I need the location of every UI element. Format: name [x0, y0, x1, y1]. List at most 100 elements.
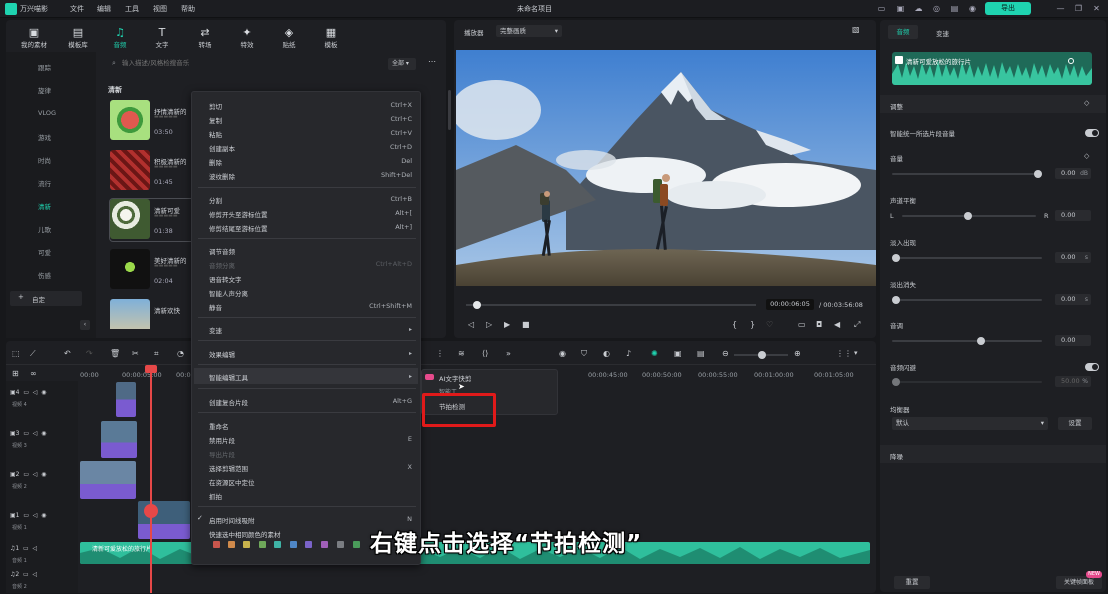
audio-stretch-icon[interactable]: ≋ [458, 349, 465, 358]
menu-item-snapshot[interactable]: 抓拍 [209, 491, 222, 501]
menu-item-duplicate[interactable]: 创建副本 [209, 143, 235, 153]
category-item[interactable]: 旋律 [38, 85, 51, 95]
select-tool-icon[interactable]: ⬚ [12, 349, 20, 358]
subtitle-icon[interactable]: ▤ [697, 349, 705, 358]
equalizer-preset-dropdown[interactable]: 默认 ▾ [892, 417, 1048, 430]
undo-icon[interactable]: ↶ [64, 349, 71, 358]
split-icon[interactable]: ⟨⟩ [482, 349, 488, 358]
volume-icon[interactable]: ◀ [834, 320, 840, 329]
layout-icon[interactable]: ⋮⋮ [836, 349, 852, 358]
fullscreen-icon[interactable]: ⤢ [854, 320, 860, 330]
progress-knob[interactable] [473, 301, 481, 309]
razor-tool-icon[interactable]: ⟋ [30, 349, 36, 359]
submenu-item-ai-text-cut[interactable]: AI文字快剪 [439, 373, 471, 383]
microphone-icon[interactable]: ♪ [626, 349, 631, 358]
color-swatch[interactable] [290, 541, 297, 548]
category-item-custom[interactable]: + 自定 [10, 291, 82, 306]
more-options-icon[interactable]: ⋯ [428, 57, 436, 66]
tab-audio[interactable]: 音频 [888, 25, 918, 39]
playhead[interactable] [150, 365, 152, 593]
zoom-knob[interactable] [758, 351, 766, 359]
category-item[interactable]: VLOG [38, 109, 56, 117]
mark-in-icon[interactable]: { [732, 320, 737, 329]
section-denoise-header[interactable] [880, 445, 1106, 463]
shield-icon[interactable]: ⛉ [581, 349, 587, 359]
menu-item-paste[interactable]: 粘贴 [209, 129, 222, 139]
fade-out-slider-knob[interactable] [892, 296, 900, 304]
category-item[interactable]: 跟踪 [38, 62, 51, 72]
menu-item-trim-start[interactable]: 修剪开头至游标位置 [209, 209, 268, 219]
category-item[interactable]: 伤感 [38, 270, 51, 280]
volume-slider[interactable] [892, 170, 1042, 178]
video-clip[interactable] [101, 421, 137, 458]
playhead-marker[interactable] [144, 504, 158, 518]
minimize-icon[interactable]: — [1055, 3, 1066, 14]
zoom-in-icon[interactable]: ⊕ [794, 349, 801, 358]
playhead-handle[interactable] [145, 365, 157, 373]
menu-item-delete[interactable]: 删除 [209, 157, 222, 167]
toolbar-template-library[interactable]: ▤ 模板库 [58, 26, 98, 49]
auto-normalize-toggle[interactable] [1085, 129, 1099, 137]
menu-item-cut[interactable]: 剪切 [209, 101, 222, 111]
volume-value-field[interactable]: 0.00 dB [1055, 168, 1091, 179]
menu-file[interactable]: 文件 [70, 4, 84, 14]
menu-item-locate-in-media[interactable]: 在资源区中定位 [209, 477, 255, 487]
maximize-icon[interactable]: ❐ [1073, 3, 1084, 14]
fade-out-slider[interactable] [892, 296, 1042, 304]
balance-slider[interactable] [902, 212, 1036, 220]
menu-item-disable-clip[interactable]: 禁用片段 [209, 435, 235, 445]
color-swatch[interactable] [337, 541, 344, 548]
menu-item-trim-end[interactable]: 修剪结尾至游标位置 [209, 223, 268, 233]
pitch-slider[interactable] [892, 337, 1042, 345]
video-clip[interactable] [116, 382, 136, 417]
menu-item-select-same-color[interactable]: 快速选中相同颜色的素材 [209, 529, 281, 539]
monitor-icon[interactable]: ▭ [876, 3, 887, 14]
video-preview[interactable] [456, 50, 876, 286]
export-button[interactable]: 导出 [985, 2, 1031, 15]
menu-item-smart-edit-tools[interactable]: 智能编辑工具 [209, 372, 248, 382]
color-swatch[interactable] [259, 541, 266, 548]
fast-forward-icon[interactable]: » [506, 349, 511, 358]
speed-icon[interactable]: ◔ [177, 349, 184, 358]
menu-item-select-range[interactable]: 选择剪辑范围 [209, 463, 248, 473]
category-item[interactable]: 时尚 [38, 155, 51, 165]
menu-item-vocal-separation[interactable]: 智能人声分离 [209, 288, 248, 298]
music-track-item-selected[interactable]: 清新可爱 ▬▬▬▬▬ 01:38 [109, 198, 195, 242]
toolbar-transition[interactable]: ⇄ 转场 [185, 26, 225, 49]
tab-speed[interactable]: 变速 [936, 28, 949, 38]
toolbar-stickers[interactable]: ◈ 贴纸 [269, 26, 309, 49]
color-swatch[interactable] [213, 541, 220, 548]
zoom-out-icon[interactable]: ⊖ [722, 349, 729, 358]
fade-in-slider-knob[interactable] [892, 254, 900, 262]
redo-icon[interactable]: ↷ [86, 349, 93, 358]
ducking-slider-knob[interactable] [892, 378, 900, 386]
category-item[interactable]: 游戏 [38, 132, 51, 142]
color-swatch[interactable] [243, 541, 250, 548]
toolbar-templates[interactable]: ▦ 模板 [311, 26, 351, 49]
camera-icon[interactable]: ◘ [816, 320, 822, 329]
stop-icon[interactable]: ■ [522, 320, 530, 329]
color-swatch[interactable] [321, 541, 328, 548]
display-icon[interactable]: ▭ [798, 320, 806, 329]
menu-item-effect-edit[interactable]: 效果编辑 [209, 349, 235, 359]
music-track-item[interactable]: 抒情清新的 ▬▬▬▬▬ 03:50 [110, 100, 194, 142]
menu-tools[interactable]: 工具 [125, 4, 139, 14]
play-icon[interactable]: ▶ [504, 320, 510, 329]
equalizer-settings-button[interactable]: 设置 [1058, 417, 1092, 430]
mark-out-icon[interactable]: } [750, 320, 755, 329]
delete-icon[interactable]: 🗑 [110, 349, 120, 358]
color-swatch[interactable] [228, 541, 235, 548]
category-item[interactable]: 儿歌 [38, 224, 51, 234]
scissors-icon[interactable]: ✂ [132, 349, 139, 358]
category-item[interactable]: 流行 [38, 178, 51, 188]
pitch-slider-knob[interactable] [977, 337, 985, 345]
user-icon[interactable]: ◉ [967, 3, 978, 14]
ducking-toggle[interactable] [1085, 363, 1099, 371]
support-icon[interactable]: ◎ [931, 3, 942, 14]
menu-item-rename[interactable]: 重命名 [209, 421, 229, 431]
toolbar-text[interactable]: T 文字 [142, 26, 182, 49]
add-track-icon[interactable]: ⊞ [12, 369, 19, 378]
menu-help[interactable]: 帮助 [181, 4, 195, 14]
prev-frame-icon[interactable]: ◁ [468, 320, 474, 329]
quality-dropdown[interactable]: 完整画质 ▾ [496, 25, 562, 37]
